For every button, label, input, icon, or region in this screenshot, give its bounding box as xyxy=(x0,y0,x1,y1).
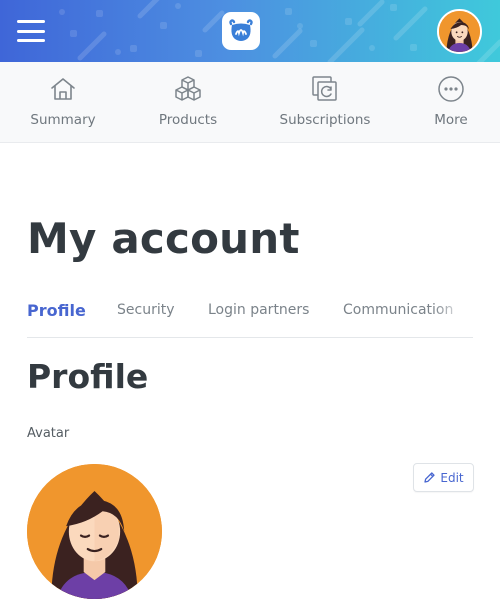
account-subtabs: Profile Security Login partners Communic… xyxy=(27,299,473,338)
nav-label-subscriptions: Subscriptions xyxy=(279,112,371,128)
top-header xyxy=(0,0,500,62)
profile-avatar xyxy=(27,464,162,599)
edit-avatar-button[interactable]: Edit xyxy=(413,463,474,492)
nav-label-summary: Summary xyxy=(30,112,96,128)
main-navigation: Summary Products Subscriptions More xyxy=(0,62,500,143)
nav-item-summary[interactable]: Summary xyxy=(13,74,113,134)
home-icon xyxy=(51,78,75,100)
nav-item-subscriptions[interactable]: Subscriptions xyxy=(275,74,375,134)
subtab-security[interactable]: Security xyxy=(117,302,175,318)
user-avatar-icon xyxy=(439,11,480,52)
edit-button-label: Edit xyxy=(440,470,464,485)
nav-label-products: Products xyxy=(158,112,218,128)
cubes-icon xyxy=(175,76,201,101)
subtab-login-partners[interactable]: Login partners xyxy=(208,302,309,318)
avatar-label: Avatar xyxy=(27,426,70,441)
user-avatar-large-icon xyxy=(27,464,162,599)
cauldron-logo-icon xyxy=(229,19,253,41)
nav-label-more: More xyxy=(434,112,468,128)
more-dots-icon xyxy=(438,76,464,102)
nav-item-products[interactable]: Products xyxy=(138,74,238,134)
page-title: My account xyxy=(27,214,300,263)
hamburger-icon[interactable] xyxy=(17,20,45,42)
subtab-profile[interactable]: Profile xyxy=(27,301,86,320)
section-title-profile: Profile xyxy=(27,357,149,396)
cauldron-logo[interactable] xyxy=(222,12,260,50)
pencil-icon xyxy=(424,472,436,483)
nav-item-more[interactable]: More xyxy=(401,74,500,134)
header-user-avatar[interactable] xyxy=(437,9,482,54)
subtabs-fade xyxy=(433,299,473,335)
subscriptions-icon xyxy=(312,76,337,101)
